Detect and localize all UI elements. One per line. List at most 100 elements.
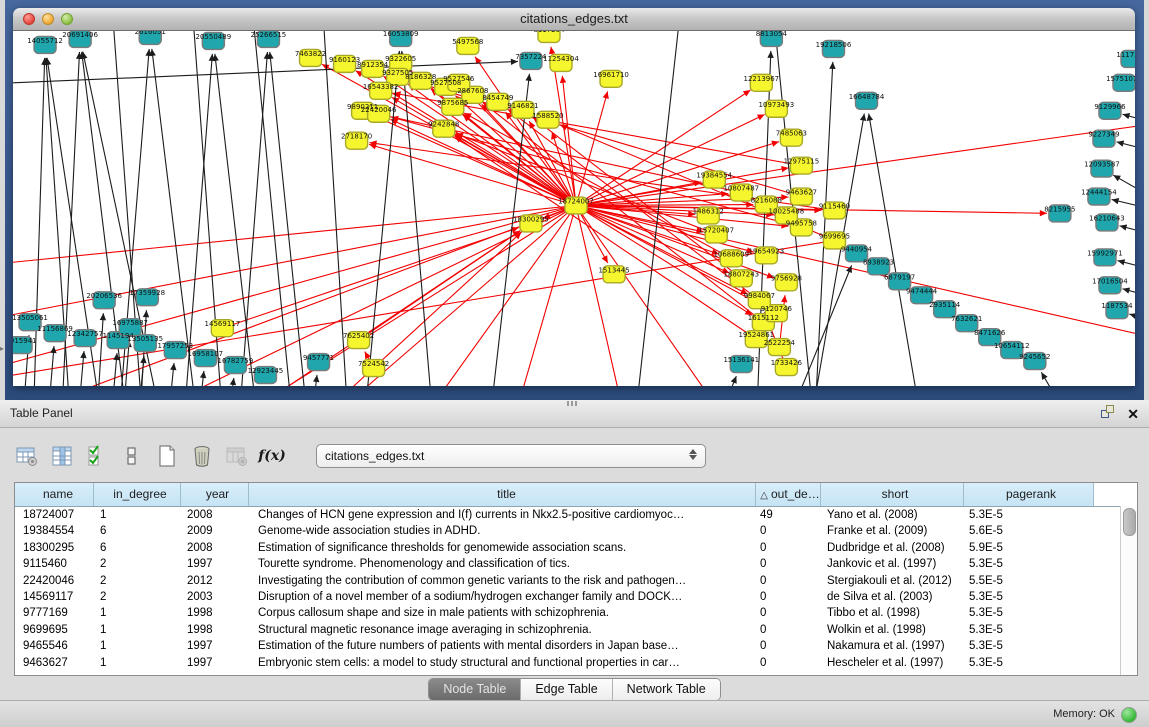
rows-icon[interactable] bbox=[119, 443, 145, 469]
network-edge bbox=[814, 62, 832, 386]
network-node-label: 8454749 bbox=[482, 94, 513, 102]
network-node-label: 13505061 bbox=[13, 314, 48, 322]
float-panel-icon[interactable] bbox=[1100, 404, 1115, 424]
network-node-label: 7463822 bbox=[295, 50, 326, 58]
table-cell: 1997 bbox=[181, 638, 249, 654]
table-cell: 0 bbox=[756, 523, 821, 539]
table-body: 1872400712008Changes of HCN gene express… bbox=[15, 507, 1137, 671]
table-cell: 5.3E-5 bbox=[964, 622, 1094, 638]
column-header-year[interactable]: year bbox=[181, 483, 249, 506]
column-header-name[interactable]: name bbox=[15, 483, 94, 506]
new-column-icon[interactable] bbox=[154, 443, 180, 469]
scrollbar-thumb[interactable] bbox=[1123, 508, 1136, 536]
network-node-label: 9129966 bbox=[1094, 103, 1125, 111]
table-row[interactable]: 946362711997Embryonic stem cells: a mode… bbox=[15, 655, 1137, 671]
network-node-label: 15751074 bbox=[1106, 75, 1135, 83]
table-selector-dropdown[interactable]: citations_edges.txt bbox=[316, 444, 706, 468]
network-edge bbox=[869, 114, 923, 386]
header-filler bbox=[1094, 483, 1137, 506]
edge-arrowhead bbox=[80, 351, 86, 358]
edge-arrowhead bbox=[100, 313, 106, 320]
table-row[interactable]: 1938455462009Genome-wide association stu… bbox=[15, 523, 1137, 539]
delete-icon[interactable] bbox=[189, 443, 215, 469]
function-builder-icon[interactable]: f(x) bbox=[259, 443, 285, 469]
tab-node-table[interactable]: Node Table bbox=[429, 679, 521, 700]
network-node-label: 18807243 bbox=[723, 270, 759, 278]
network-node-label: 9120746 bbox=[761, 305, 792, 313]
edge-arrowhead bbox=[313, 375, 319, 382]
table-panel-header: Table Panel ✕ bbox=[0, 400, 1149, 428]
network-canvas[interactable]: 1117264114519411875341486312151344515885… bbox=[13, 31, 1135, 386]
table-vertical-scrollbar[interactable] bbox=[1120, 506, 1137, 675]
show-column-icon[interactable] bbox=[49, 443, 75, 469]
table-cell: Genome-wide association studies in ADHD. bbox=[249, 523, 756, 539]
network-edge bbox=[123, 206, 576, 386]
edge-arrowhead bbox=[392, 97, 400, 103]
network-node-label: 10654112 bbox=[994, 342, 1030, 350]
table-cell: 0 bbox=[756, 622, 821, 638]
table-row[interactable]: 1872400712008Changes of HCN gene express… bbox=[15, 507, 1137, 523]
network-node-label: 12093587 bbox=[1084, 161, 1120, 169]
network-node-label: 7625402 bbox=[343, 332, 374, 340]
table-row[interactable]: 977716911998Corpus callosum shape and si… bbox=[15, 605, 1137, 621]
network-node-label: 17957253 bbox=[157, 342, 193, 350]
network-node-label: 12342757 bbox=[67, 330, 103, 338]
dropdown-stepper-icon bbox=[689, 449, 697, 460]
network-node-label: 7485063 bbox=[776, 130, 807, 138]
column-header-outde[interactable]: △out_de… bbox=[756, 483, 821, 506]
edge-arrowhead bbox=[143, 310, 149, 317]
table-cell: 5.3E-5 bbox=[964, 638, 1094, 654]
network-node-label: 12213967 bbox=[744, 75, 780, 83]
table-cell: Investigating the contribution of common… bbox=[249, 573, 756, 589]
column-header-title[interactable]: title bbox=[249, 483, 756, 506]
network-node-label: 9245652 bbox=[1019, 353, 1050, 361]
close-panel-icon[interactable]: ✕ bbox=[1127, 406, 1139, 422]
edge-arrowhead bbox=[170, 363, 176, 370]
network-node-label: 16053809 bbox=[383, 31, 419, 38]
network-edge bbox=[13, 206, 576, 331]
table-cell: Hescheler et al. (1997) bbox=[821, 655, 964, 671]
table-row[interactable]: 946554611997Estimation of the future num… bbox=[15, 638, 1137, 654]
table-row[interactable]: 1830029562008Estimation of significance … bbox=[15, 540, 1137, 556]
split-divider-grip[interactable] bbox=[567, 401, 579, 406]
edge-arrowhead bbox=[230, 378, 236, 385]
network-node-label: 20206536 bbox=[86, 292, 122, 300]
table-cell: 6 bbox=[94, 540, 181, 556]
table-cell: 0 bbox=[756, 556, 821, 572]
panel-collapse-arrow[interactable]: ▸ bbox=[0, 344, 4, 353]
column-header-pagerank[interactable]: pagerank bbox=[964, 483, 1094, 506]
table-options-icon[interactable] bbox=[14, 443, 40, 469]
network-node-label: 9227349 bbox=[1088, 131, 1119, 139]
table-row[interactable]: 2242004622012Investigating the contribut… bbox=[15, 573, 1137, 589]
network-window-title: citations_edges.txt bbox=[13, 11, 1135, 26]
tab-network-table[interactable]: Network Table bbox=[613, 679, 720, 700]
network-node-label: 9115460 bbox=[819, 203, 850, 211]
table-cell: 18724007 bbox=[15, 507, 94, 523]
table-selector-value: citations_edges.txt bbox=[325, 449, 424, 463]
table-cell: 18300295 bbox=[15, 540, 94, 556]
edge-arrowhead bbox=[1117, 141, 1125, 147]
select-all-icon[interactable] bbox=[84, 443, 110, 469]
column-header-short[interactable]: short bbox=[821, 483, 964, 506]
edge-arrowhead bbox=[743, 90, 751, 97]
network-window-titlebar[interactable]: citations_edges.txt bbox=[13, 8, 1135, 31]
tab-edge-table[interactable]: Edge Table bbox=[521, 679, 612, 700]
table-cell: 5.9E-5 bbox=[964, 540, 1094, 556]
network-node-label: 9699695 bbox=[819, 232, 850, 240]
network-canvas-svg[interactable]: 1117264114519411875341486312151344515885… bbox=[13, 31, 1135, 386]
column-header-indegree[interactable]: in_degree bbox=[94, 483, 181, 506]
network-node-label: 9463627 bbox=[786, 189, 817, 197]
table-cell: 6 bbox=[94, 523, 181, 539]
edge-arrowhead bbox=[860, 114, 866, 121]
network-node-label: 19524861 bbox=[739, 331, 775, 339]
network-node-label: 10688609 bbox=[713, 250, 749, 258]
network-edge bbox=[1120, 226, 1135, 241]
table-row[interactable]: 969969511998Structural magnetic resonanc… bbox=[15, 622, 1137, 638]
table-row[interactable]: 1456911722003Disruption of a novel membe… bbox=[15, 589, 1137, 605]
network-node-label: 16958107 bbox=[188, 350, 224, 358]
table-cell: 1997 bbox=[181, 556, 249, 572]
network-node-label: 1117264 bbox=[1116, 51, 1135, 59]
network-node-label: 6879197 bbox=[884, 273, 915, 281]
edge-arrowhead bbox=[867, 114, 873, 121]
table-row[interactable]: 911546021997Tourette syndrome. Phenomeno… bbox=[15, 556, 1137, 572]
